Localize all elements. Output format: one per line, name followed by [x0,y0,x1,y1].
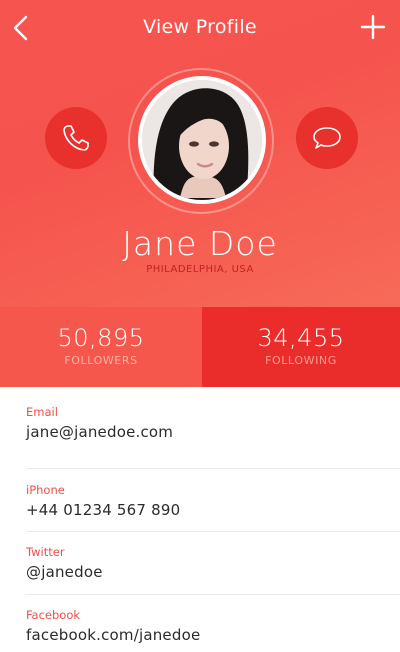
contact-iphone[interactable]: iPhone +44 01234 567 890 [26,483,400,546]
contact-email[interactable]: Email jane@janedoe.com [26,405,400,468]
plus-icon [360,14,386,40]
contact-value: facebook.com/janedoe [26,626,201,644]
call-button[interactable] [45,107,107,169]
profile-name: Jane Doe [122,224,278,263]
contact-label: Email [26,405,58,419]
followers-label: FOLLOWERS [64,353,138,367]
profile-header: View Profile Jane Doe PHILADELPHIA, USA [0,0,400,307]
message-button[interactable] [296,107,358,169]
profile-location: PHILADELPHIA, USA [146,264,254,275]
add-button[interactable] [360,14,386,40]
following-stat[interactable]: 34,455 FOLLOWING [202,307,400,387]
profile-screen: View Profile Jane Doe PHILADELPHIA, USA … [0,0,400,652]
contact-label: Facebook [26,608,81,622]
divider [26,531,400,532]
contact-twitter[interactable]: Twitter @janedoe [26,545,400,608]
contact-value: +44 01234 567 890 [26,501,181,519]
contact-label: Twitter [26,545,65,559]
contact-value: jane@janedoe.com [26,423,174,441]
chat-bubble-icon [313,127,341,149]
following-label: FOLLOWING [265,353,337,367]
avatar-portrait-image [142,80,262,200]
page-title: View Profile [143,16,257,38]
followers-count: 50,895 [57,323,145,352]
followers-stat[interactable]: 50,895 FOLLOWERS [0,307,202,387]
contact-list: Email jane@janedoe.com iPhone +44 01234 … [0,387,400,652]
divider [26,468,400,469]
divider [26,594,400,595]
contact-facebook[interactable]: Facebook facebook.com/janedoe [26,608,400,652]
contact-value: @janedoe [26,563,103,581]
top-bar: View Profile [0,0,400,58]
following-count: 34,455 [257,323,345,352]
avatar[interactable] [138,76,266,204]
phone-icon [63,125,89,151]
contact-label: iPhone [26,483,65,497]
